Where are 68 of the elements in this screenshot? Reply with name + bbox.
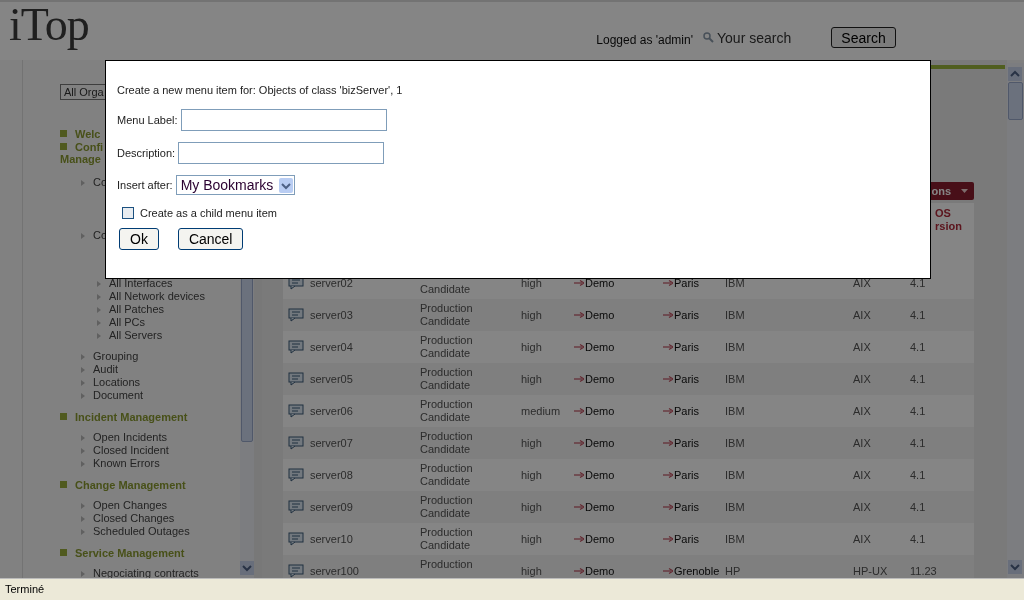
table-cell-text: 4.1 bbox=[909, 533, 927, 545]
table-cell-text: high bbox=[520, 373, 543, 385]
table-cell-text: Production Candidate bbox=[419, 334, 474, 360]
table-cell-text: high bbox=[520, 533, 543, 545]
table-cell-text: server07 bbox=[309, 437, 354, 449]
table-cell-text: 4.1 bbox=[909, 277, 927, 289]
table-cell-text: IBM bbox=[724, 309, 746, 321]
table-cell-text: Production bbox=[419, 558, 474, 572]
table-cell-text: IBM bbox=[724, 277, 746, 289]
table-cell-text: medium bbox=[520, 405, 562, 417]
table-cell-text: 4.1 bbox=[909, 501, 927, 513]
table-cell-text: HP-UX bbox=[852, 565, 889, 577]
table-cell-text: high bbox=[520, 277, 543, 289]
table-cell-text: server100 bbox=[309, 565, 360, 577]
table-cell-text: IBM bbox=[724, 341, 746, 353]
table-cell-text: AIX bbox=[852, 437, 872, 449]
table-cell-text: IBM bbox=[724, 437, 746, 449]
table-cell-text: 11.23 bbox=[909, 565, 938, 577]
status-text: Terminé bbox=[0, 578, 1024, 600]
table-cell-text: IBM bbox=[724, 373, 746, 385]
table-cell-text: HP bbox=[724, 565, 742, 577]
table-cell-text: Production Candidate bbox=[419, 302, 474, 328]
table-cell-text: high bbox=[520, 309, 543, 321]
table-cell-text: Production Candidate bbox=[419, 494, 474, 520]
table-cell-text: server06 bbox=[309, 405, 354, 417]
table-cell-text: Production Candidate bbox=[419, 526, 474, 552]
field-label: Menu Label: bbox=[117, 114, 178, 126]
table-cell-text: AIX bbox=[852, 469, 872, 481]
table-cell-text: server03 bbox=[309, 309, 354, 321]
table-cell-text: server04 bbox=[309, 341, 354, 353]
table-cell-text: 4.1 bbox=[909, 373, 927, 385]
table-cell-text: IBM bbox=[724, 405, 746, 417]
table-cell-text: high bbox=[520, 437, 543, 449]
table-cell-text: high bbox=[520, 501, 543, 513]
table-cell-text: 4.1 bbox=[909, 341, 927, 353]
table-cell-text: 4.1 bbox=[909, 469, 927, 481]
table-cell-text: Production Candidate bbox=[419, 366, 474, 392]
logo: iTop bbox=[9, 0, 89, 51]
table-cell-text: Production Candidate bbox=[419, 430, 474, 456]
table-cell-text: 4.1 bbox=[909, 437, 927, 449]
table-cell-text: high bbox=[520, 469, 543, 481]
table-cell-text: AIX bbox=[852, 405, 872, 417]
table-cell-text: server09 bbox=[309, 501, 354, 513]
table-cell-text: AIX bbox=[852, 373, 872, 385]
field-label: Description: bbox=[117, 147, 176, 159]
checkbox-label: Create as a child menu item bbox=[140, 207, 277, 219]
table-cell-text: Production Candidate bbox=[419, 462, 474, 488]
table-cell-text: IBM bbox=[724, 501, 746, 513]
login-status: Logged as 'admin' bbox=[596, 32, 693, 47]
table-cell-text: Production Candidate bbox=[419, 398, 474, 424]
table-cell-text: AIX bbox=[852, 533, 872, 545]
table-cell-text: Candidate bbox=[419, 282, 472, 296]
table-cell-text: 4.1 bbox=[909, 309, 927, 321]
table-cell-text: server08 bbox=[309, 469, 354, 481]
table-cell-text: server05 bbox=[309, 373, 354, 385]
table-cell-text: AIX bbox=[852, 341, 872, 353]
table-cell-text: 4.1 bbox=[909, 405, 927, 417]
table-cell-text: AIX bbox=[852, 501, 872, 513]
table-cell-text: AIX bbox=[852, 277, 872, 289]
dialog-text: Create a new menu item for: Objects of class 'bizServer', 1 bbox=[117, 84, 404, 98]
table-cell-text: IBM bbox=[724, 533, 746, 545]
table-cell-text: server02 bbox=[309, 277, 354, 289]
field-label: Insert after: bbox=[117, 179, 173, 191]
table-cell-text: high bbox=[520, 565, 543, 577]
table-cell-text: IBM bbox=[724, 469, 746, 481]
table-cell-text: AIX bbox=[852, 309, 872, 321]
table-cell-text: high bbox=[520, 341, 543, 353]
table-cell-text: server10 bbox=[309, 533, 354, 545]
